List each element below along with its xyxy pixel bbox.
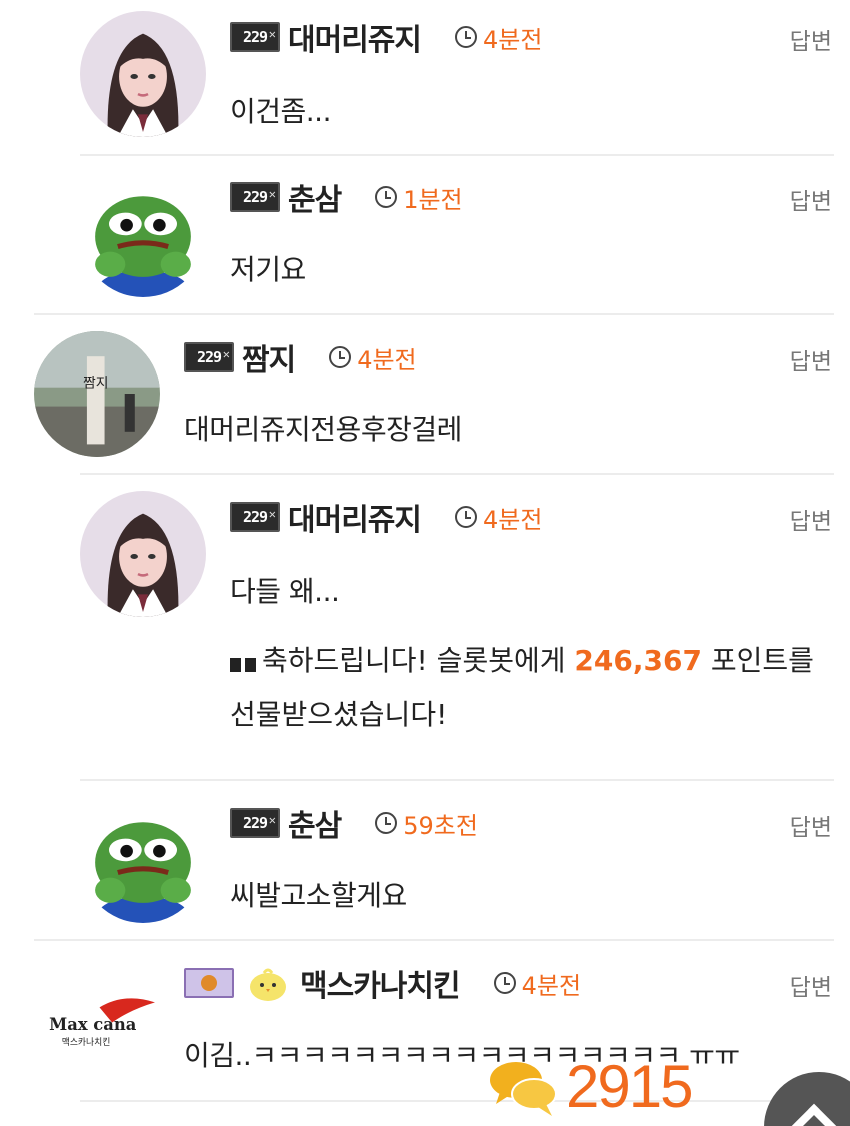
girl-avatar-icon — [80, 491, 206, 617]
nickname[interactable]: 춘삼 — [288, 801, 342, 845]
pepe-frog-icon — [80, 171, 206, 297]
gift-notice: 축하드립니다! 슬롯봇에게 246,367 포인트를 선물받으셨습니다! — [230, 644, 814, 731]
clock-icon — [493, 972, 516, 994]
avatar[interactable]: Max cana 맥스카나치킨 — [34, 957, 160, 1083]
nickname[interactable]: 맥스카나치킨 — [300, 961, 461, 1005]
street-photo-avatar-icon: 짬지 — [34, 331, 160, 457]
level-badge: 229 ✕ — [230, 22, 280, 52]
gift-amount: 246,367 — [574, 644, 702, 677]
scroll-top-button[interactable] — [764, 1072, 850, 1126]
girl-avatar-icon — [80, 11, 206, 137]
reply-button[interactable]: 답변 — [790, 968, 832, 1002]
nickname[interactable]: 짬지 — [242, 335, 296, 379]
chevron-up-icon — [785, 1103, 843, 1126]
level-badge: 229 ✕ — [230, 808, 280, 838]
level-badge: 229 ✕ — [230, 182, 280, 212]
divider — [80, 473, 834, 475]
svg-text:맥스카나치킨: 맥스카나치킨 — [62, 1036, 111, 1048]
level-badge: 229 ✕ — [230, 502, 280, 532]
divider — [80, 779, 834, 781]
chat-bubbles-icon — [490, 1061, 557, 1116]
avatar[interactable]: 짬지 — [34, 331, 160, 457]
maxcana-logo-icon: Max cana 맥스카나치킨 — [34, 957, 160, 1083]
clock-icon — [455, 506, 477, 528]
clock-icon — [329, 346, 352, 368]
gift-icon — [230, 650, 256, 672]
timestamp: 4분전 — [455, 500, 542, 535]
reply-button[interactable]: 답변 — [790, 342, 832, 376]
level-badge: 229 ✕ — [184, 342, 234, 372]
nickname[interactable]: 대머리쥬지 — [288, 15, 422, 59]
reply-button[interactable]: 답변 — [790, 22, 832, 56]
reply-button[interactable]: 답변 — [790, 808, 832, 842]
comment-text: 이건좀... — [230, 95, 331, 128]
clock-icon — [375, 186, 398, 208]
timestamp: 4분전 — [455, 20, 542, 55]
reply-button[interactable]: 답변 — [790, 502, 832, 536]
timestamp: 4분전 — [329, 340, 417, 375]
timestamp: 59초전 — [375, 806, 478, 841]
comment-text: 다들 왜... — [230, 575, 340, 608]
pepe-frog-icon — [80, 797, 206, 923]
clock-icon — [455, 26, 477, 48]
divider — [34, 939, 834, 941]
chick-icon — [250, 968, 286, 1001]
avatar[interactable] — [80, 491, 206, 617]
timestamp: 4분전 — [493, 966, 581, 1001]
avatar[interactable] — [80, 11, 206, 137]
level-badge — [184, 968, 234, 998]
comment-count: 2915 — [566, 1053, 693, 1120]
avatar[interactable] — [80, 171, 206, 297]
comment-text: 저기요 — [230, 253, 306, 286]
nickname[interactable]: 대머리쥬지 — [288, 495, 422, 539]
comment-text: 씨발고소할게요 — [230, 879, 407, 912]
nickname[interactable]: 춘삼 — [288, 175, 342, 219]
svg-text:Max cana: Max cana — [49, 1015, 137, 1034]
svg-text:짬지: 짬지 — [83, 376, 109, 392]
comment-text: 대머리쥬지전용후장걸레 — [184, 413, 462, 446]
divider — [80, 1100, 834, 1102]
avatar[interactable] — [80, 797, 206, 923]
divider — [34, 313, 834, 315]
timestamp: 1분전 — [375, 180, 463, 215]
reply-button[interactable]: 답변 — [790, 182, 832, 216]
divider — [80, 154, 834, 156]
comment-count-badge[interactable]: 2915 — [488, 1052, 693, 1121]
clock-icon — [375, 812, 398, 834]
